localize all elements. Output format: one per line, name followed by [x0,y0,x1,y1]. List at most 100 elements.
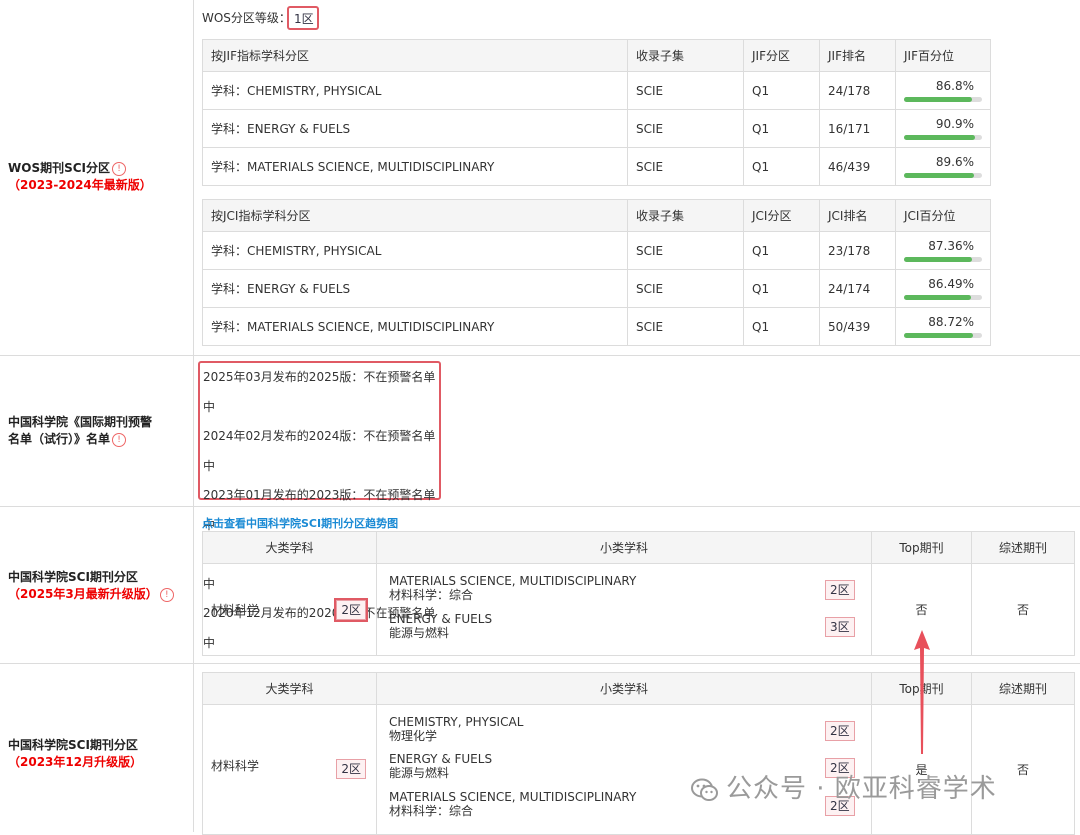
header-review: 综述期刊 [971,672,1075,705]
list-item: 2025年03月发布的2025版：不在预警名单中 [203,370,436,414]
jif-subset: SCIE [627,71,744,110]
wos-label-cell: WOS期刊SCI分区! （2023-2024年最新版） [0,0,194,355]
jci-rank: 50/439 [819,307,896,346]
minor-cell: MATERIALS SCIENCE, MULTIDISCIPLINARY 材料科… [376,563,872,656]
minor-subject-en: MATERIALS SCIENCE, MULTIDISCIPLINARY [389,574,637,588]
jif-header-percentile: JIF百分位 [895,39,991,72]
percentile-bar-fill [904,97,972,102]
jif-rank: 16/171 [819,109,896,148]
warning-label-line2: 名单（试行）》名单 [8,432,111,446]
jif-quartile: Q1 [743,147,820,186]
jci-header-subset: 收录子集 [627,199,744,232]
header-major: 大类学科 [202,531,377,564]
cas2025-table: 大类学科 小类学科 Top期刊 综述期刊 材料科学 2区 MATERIALS S… [202,531,1075,656]
wos-level-value: 1区 [294,12,314,26]
jif-subset: SCIE [627,147,744,186]
jci-header-rank: JCI排名 [819,199,896,232]
table-row: 材料科学 2区 MATERIALS SCIENCE, MULTIDISCIPLI… [202,563,1075,656]
info-icon[interactable]: ! [159,587,174,602]
cas2025-label-title: 中国科学院SCI期刊分区 [8,570,138,584]
jif-percentile: 90.9% [935,117,974,131]
cas2023-label-cell: 中国科学院SCI期刊分区 （2023年12月升级版） [0,664,194,832]
header-top: Top期刊 [871,531,972,564]
table-row: 学科：MATERIALS SCIENCE, MULTIDISCIPLINARY … [202,147,991,186]
major-cell: 材料科学 2区 [202,563,377,656]
table-row: 学科：ENERGY & FUELS SCIE Q1 24/174 86.49% [202,269,991,308]
warning-label-line1: 中国科学院《国际期刊预警 [8,415,153,429]
table-row: 学科：CHEMISTRY, PHYSICAL SCIE Q1 23/178 87… [202,231,991,270]
major-subject: 材料科学 [211,603,260,617]
jci-percentile: 86.49% [928,277,974,291]
wechat-icon [691,778,718,801]
jif-quartile: Q1 [743,71,820,110]
jif-percentile-cell: 86.8% [895,71,991,110]
header-minor: 小类学科 [376,531,872,564]
warning-section: 中国科学院《国际期刊预警 名单（试行）》名单! 2025年03月发布的2025版… [0,356,1080,650]
percentile-bar [904,333,982,338]
jif-header-subset: 收录子集 [627,39,744,72]
percentile-bar-fill [904,333,974,338]
cas2025-header-row: 大类学科 小类学科 Top期刊 综述期刊 [202,531,1075,564]
list-item: 2024年02月发布的2024版：不在预警名单中 [203,429,436,473]
jci-header-quartile: JCI分区 [743,199,820,232]
jif-table: 按JIF指标学科分区 收录子集 JIF分区 JIF排名 JIF百分位 学科：CH… [202,39,991,186]
percentile-bar [904,173,982,178]
header-minor: 小类学科 [376,672,872,705]
jif-rank: 46/439 [819,147,896,186]
jif-header-quartile: JIF分区 [743,39,820,72]
jif-quartile: Q1 [743,109,820,148]
jif-header-row: 按JIF指标学科分区 收录子集 JIF分区 JIF排名 JIF百分位 [202,39,991,72]
wos-label-title: WOS期刊SCI分区 [8,161,110,175]
cas2025-label-cell: 中国科学院SCI期刊分区 （2025年3月最新升级版）! [0,507,194,663]
jci-percentile: 88.72% [928,315,974,329]
table-row: 学科：CHEMISTRY, PHYSICAL SCIE Q1 24/178 86… [202,71,991,110]
jif-rank: 24/178 [819,71,896,110]
jci-subject: 学科：CHEMISTRY, PHYSICAL [202,231,628,270]
cas2023-label-title: 中国科学院SCI期刊分区 [8,738,138,752]
jci-subset: SCIE [627,269,744,308]
minor-subject-cn: 材料科学：综合 [389,588,474,602]
minor-subject-en: ENERGY & FUELS [389,612,493,626]
info-icon[interactable]: ! [112,161,126,176]
jci-quartile: Q1 [743,269,820,308]
info-icon[interactable]: ! [112,432,127,447]
cas2023-header-row: 大类学科 小类学科 Top期刊 综述期刊 [202,672,1075,705]
cas2025-label-sub: （2025年3月最新升级版） [8,587,158,601]
cas2023-label-sub: （2023年12月升级版） [8,755,143,769]
minor-subject-cn: 材料科学：综合 [389,804,474,818]
jci-header-row: 按JCI指标学科分区 收录子集 JCI分区 JCI排名 JCI百分位 [202,199,991,232]
wos-section: WOS期刊SCI分区! （2023-2024年最新版） WOS分区等级： 1区 … [0,0,1080,356]
minor-subject-en: CHEMISTRY, PHYSICAL [389,715,524,729]
jci-quartile: Q1 [743,307,820,346]
percentile-bar-fill [904,257,973,262]
jif-percentile: 89.6% [935,155,974,169]
jci-subject: 学科：ENERGY & FUELS [202,269,628,308]
jci-percentile-cell: 88.72% [895,307,991,346]
minor-subject-en: MATERIALS SCIENCE, MULTIDISCIPLINARY [389,790,637,804]
table-row: 学科：MATERIALS SCIENCE, MULTIDISCIPLINARY … [202,307,991,346]
major-zone-badge: 2区 [336,759,366,779]
minor-subject-cn: 能源与燃料 [389,626,450,640]
jci-rank: 23/178 [819,231,896,270]
jif-percentile-cell: 89.6% [895,147,991,186]
jci-rank: 24/174 [819,269,896,308]
table-row: 学科：ENERGY & FUELS SCIE Q1 16/171 90.9% [202,109,991,148]
wos-label-sub: （2023-2024年最新版） [8,178,152,192]
jci-percentile: 87.36% [928,239,974,253]
arrow-up-icon [914,630,930,754]
header-major: 大类学科 [202,672,377,705]
cas2023-table: 大类学科 小类学科 Top期刊 综述期刊 材料科学 2区 CHEMISTRY, … [202,672,1075,835]
jif-subset: SCIE [627,109,744,148]
percentile-bar [904,257,982,262]
percentile-bar-fill [904,295,972,300]
warning-label-cell: 中国科学院《国际期刊预警 名单（试行）》名单! [0,356,194,506]
jci-quartile: Q1 [743,231,820,270]
jci-subset: SCIE [627,307,744,346]
minor-zone-badge: 2区 [825,580,855,600]
jci-percentile-cell: 86.49% [895,269,991,308]
trend-chart-link[interactable]: 点击查看中国科学院SCI期刊分区趋势图 [202,515,398,531]
percentile-bar [904,97,982,102]
percentile-bar-fill [904,173,974,178]
watermark-text: 公众号 · 欧亚科睿学术 [726,774,997,804]
header-review: 综述期刊 [971,531,1075,564]
